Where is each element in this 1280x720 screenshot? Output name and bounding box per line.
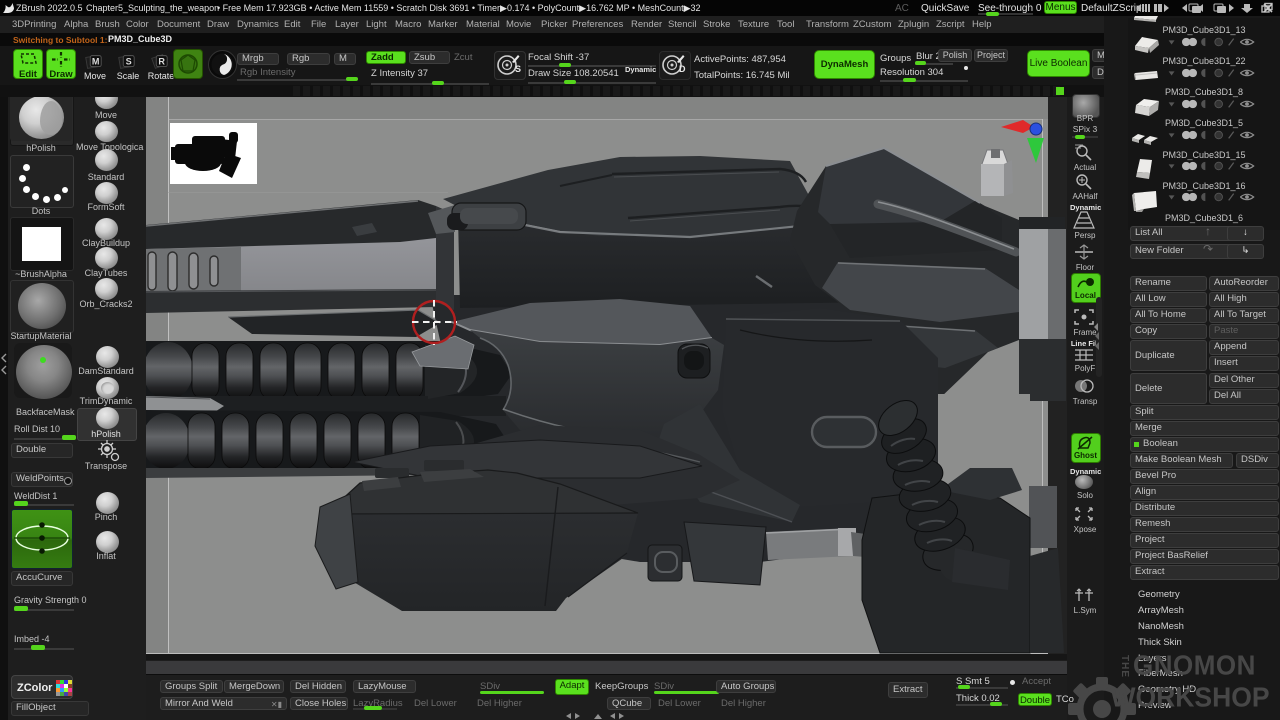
svg-text:S: S	[515, 64, 521, 74]
svg-text:M: M	[92, 56, 100, 66]
svg-text:D: D	[679, 64, 686, 74]
svg-text:R: R	[158, 56, 165, 66]
svg-text:S: S	[126, 56, 132, 66]
